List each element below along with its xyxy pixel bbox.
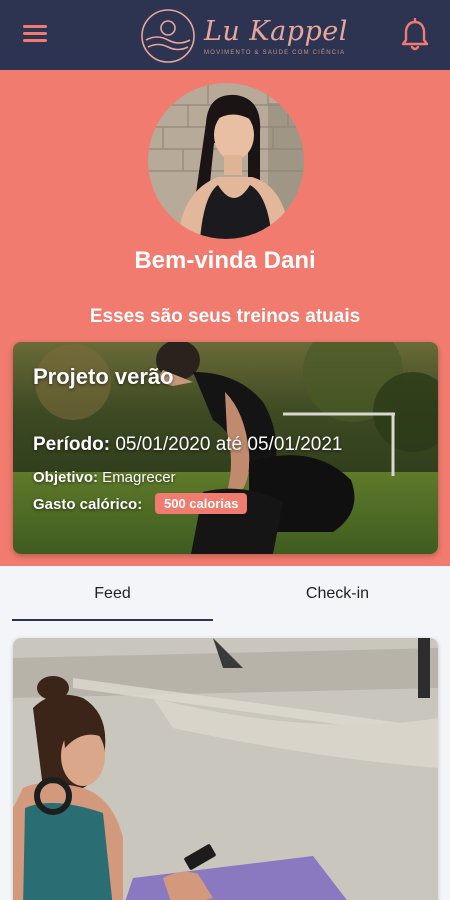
workout-calories: Gasto calórico:	[33, 496, 142, 513]
period-label: Período:	[33, 434, 111, 455]
objective-value: Emagrecer	[98, 469, 176, 486]
avatar[interactable]	[148, 83, 304, 239]
workout-objective: Objetivo: Emagrecer	[33, 469, 176, 486]
brand-tagline: movimento & saúde com ciência	[204, 50, 346, 56]
tab-feed[interactable]: Feed	[0, 566, 225, 622]
brand-logo: Lu Kappel movimento & saúde com ciência	[140, 8, 347, 64]
bell-icon[interactable]	[401, 18, 429, 52]
greeting-text: Bem-vinda Dani	[134, 247, 316, 274]
workout-period: Período: 05/01/2020 até 05/01/2021	[33, 434, 343, 456]
feed-post-image[interactable]	[13, 638, 438, 900]
section-subtitle: Esses são seus treinos atuais	[89, 306, 361, 327]
active-tab-indicator	[12, 619, 213, 621]
calories-badge: 500 calorias	[155, 493, 248, 514]
tab-check-in[interactable]: Check-in	[225, 566, 450, 622]
workout-card[interactable]: Projeto verão Período: 05/01/2020 até 05…	[13, 342, 438, 554]
app-header: Lu Kappel movimento & saúde com ciência	[0, 0, 450, 70]
period-value: 05/01/2020 até 05/01/2021	[110, 434, 343, 455]
brand-name: Lu Kappel	[204, 16, 348, 47]
tab-bar: Feed Check-in	[0, 566, 450, 622]
workout-title: Projeto verão	[33, 364, 174, 389]
logo-mark-icon	[141, 9, 195, 63]
hero-section: Bem-vinda Dani Esses são seus treinos at…	[0, 70, 450, 566]
hamburger-menu-icon[interactable]	[23, 25, 47, 45]
calories-label: Gasto calórico:	[33, 496, 143, 513]
objective-label: Objetivo:	[33, 469, 99, 486]
